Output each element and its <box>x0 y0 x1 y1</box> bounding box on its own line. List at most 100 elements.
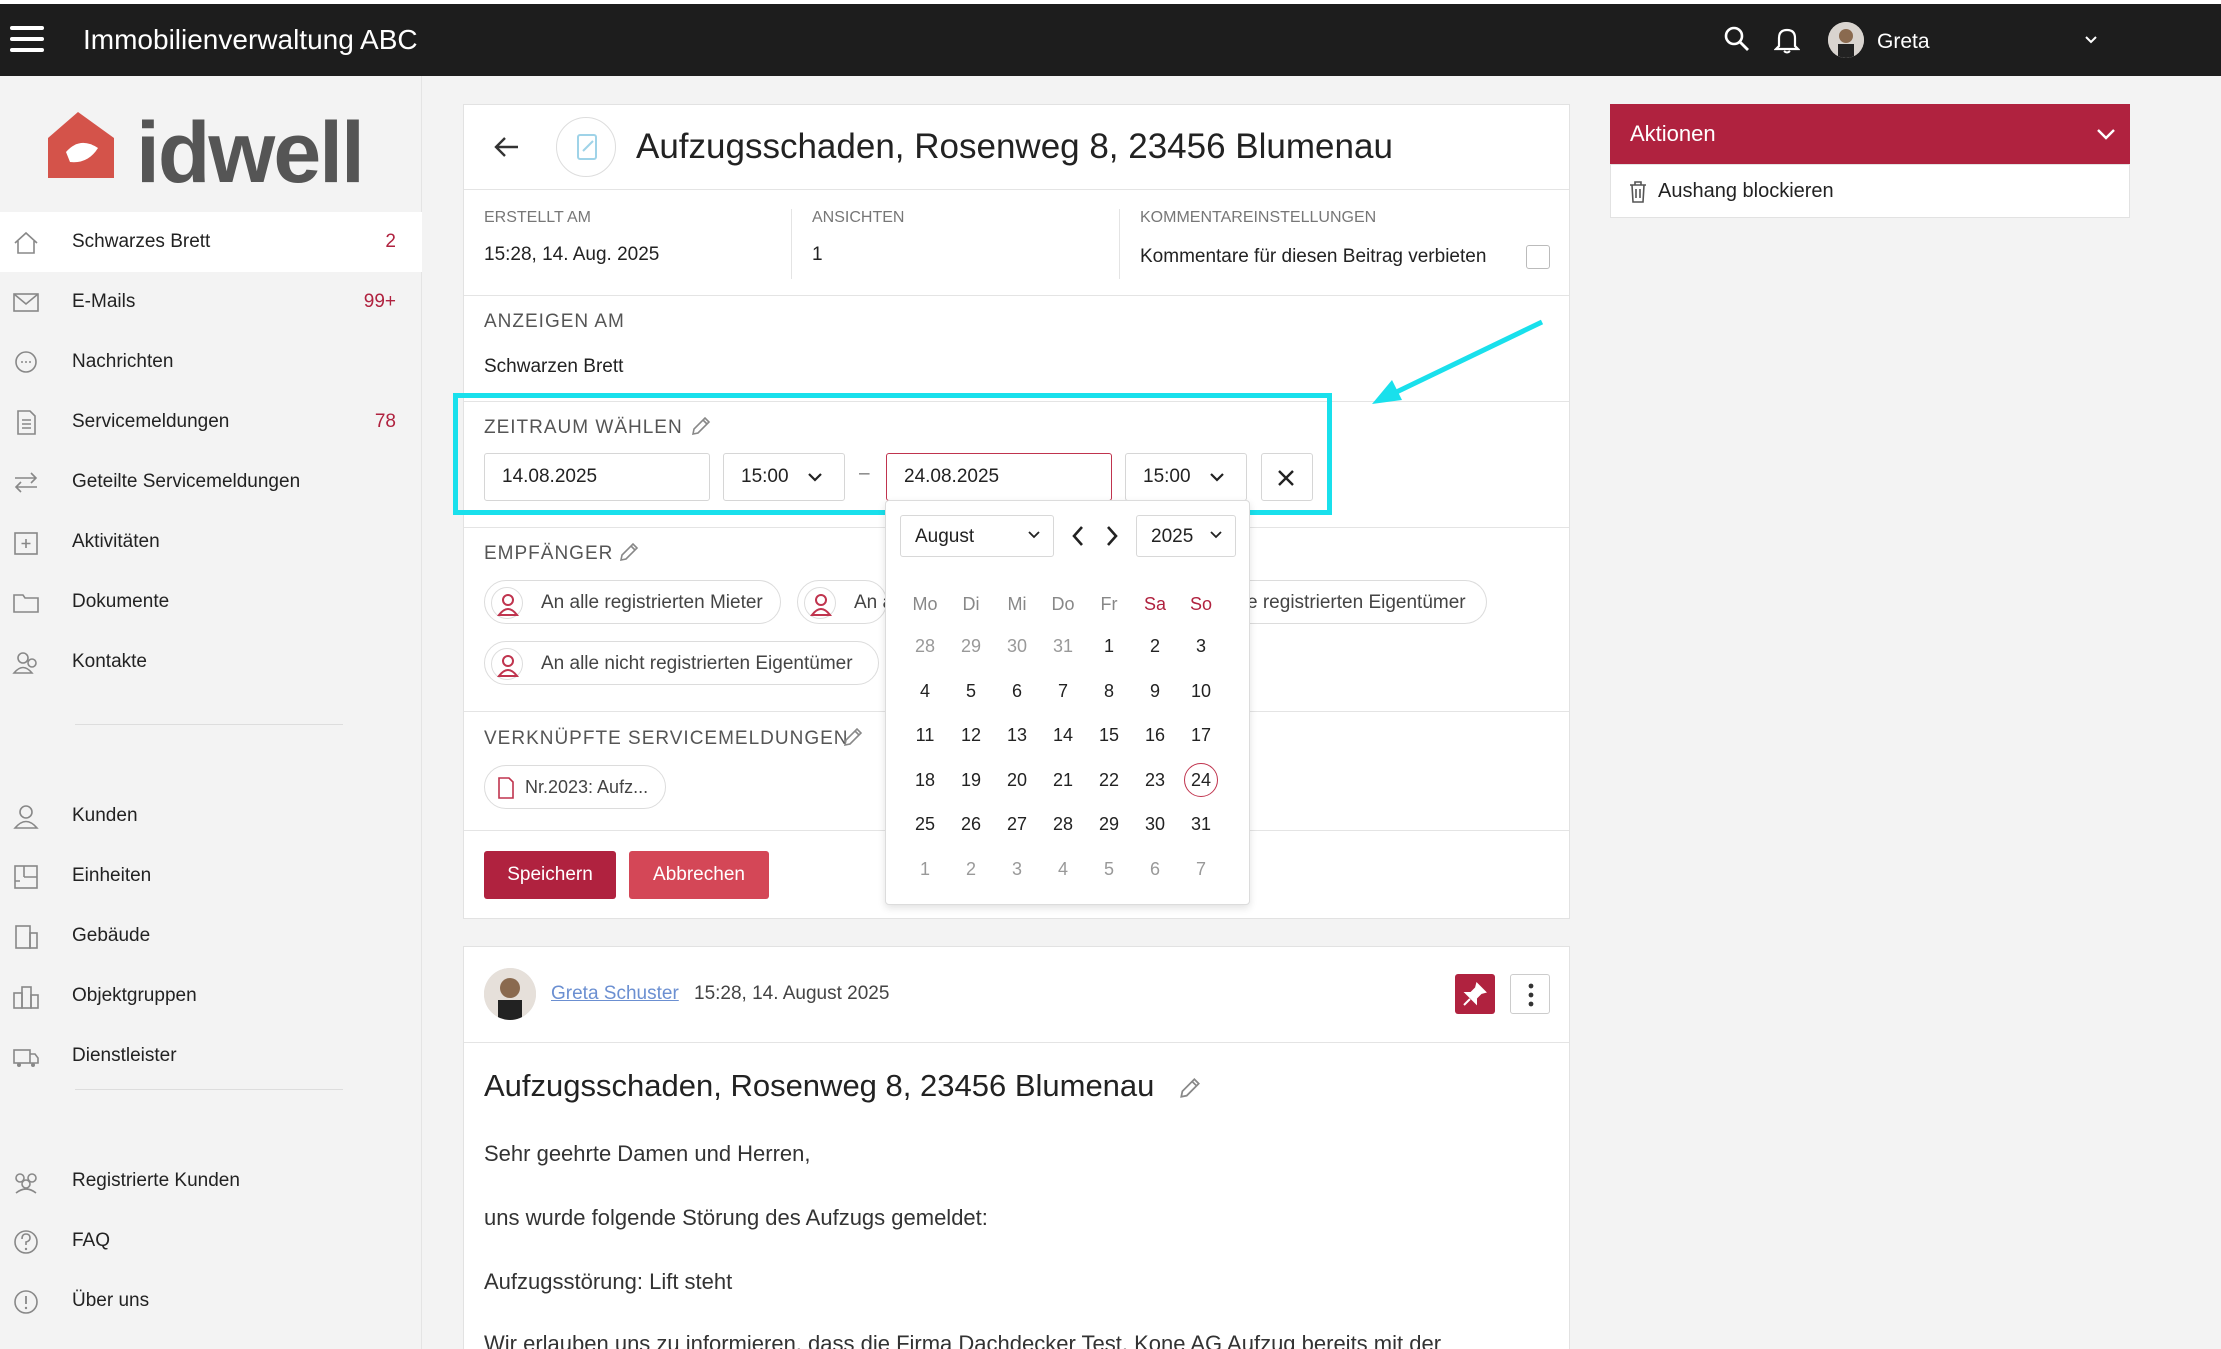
calendar-day[interactable]: 30 <box>1135 808 1175 840</box>
calendar-day[interactable]: 25 <box>905 808 945 840</box>
calendar-day[interactable]: 15 <box>1089 719 1129 751</box>
pin-button[interactable] <box>1455 974 1495 1014</box>
calendar-day[interactable]: 7 <box>1043 675 1083 707</box>
calendar-day[interactable]: 6 <box>997 675 1037 707</box>
pencil-icon[interactable] <box>618 541 640 563</box>
linked-service-chip[interactable]: Nr.2023: Aufz... <box>484 765 666 809</box>
annotation-arrow-icon <box>1372 319 1544 404</box>
author-avatar <box>484 968 536 1020</box>
save-button[interactable]: Speichern <box>484 851 616 899</box>
calendar-day[interactable]: 3 <box>997 853 1037 885</box>
sidebar-item[interactable]: Über uns <box>0 1271 422 1331</box>
calendar-day[interactable]: 2 <box>1135 630 1175 662</box>
sidebar-item[interactable]: Einheiten <box>0 846 422 906</box>
calendar-day[interactable]: 7 <box>1181 853 1221 885</box>
calendar-day[interactable]: 17 <box>1181 719 1221 751</box>
sidebar-item[interactable]: E-Mails 99+ <box>0 272 422 332</box>
sidebar-item[interactable]: Kontakte <box>0 632 422 692</box>
recipient-chip[interactable]: An a <box>797 580 893 624</box>
sidebar-item[interactable]: Servicemeldungen 78 <box>0 392 422 452</box>
calendar-day[interactable]: 28 <box>1043 808 1083 840</box>
calendar-day[interactable]: 16 <box>1135 719 1175 751</box>
weekday-header: Sa <box>1143 594 1167 614</box>
calendar-day[interactable]: 5 <box>1089 853 1129 885</box>
calendar-day[interactable]: 12 <box>951 719 991 751</box>
calendar-day[interactable]: 18 <box>905 764 945 796</box>
sidebar-item-label: Schwarzes Brett <box>72 231 211 252</box>
calendar-day[interactable]: 31 <box>1181 808 1221 840</box>
sidebar-item[interactable]: Nachrichten <box>0 332 422 392</box>
sidebar-item[interactable]: Dokumente <box>0 572 422 632</box>
calendar-day[interactable]: 30 <box>997 630 1037 662</box>
calendar-day[interactable]: 10 <box>1181 675 1221 707</box>
disable-comments-checkbox[interactable] <box>1526 245 1550 269</box>
calendar-day[interactable]: 31 <box>1043 630 1083 662</box>
calendar-day[interactable]: 13 <box>997 719 1037 751</box>
calendar-day[interactable]: 3 <box>1181 630 1221 662</box>
bell-icon[interactable] <box>1774 26 1800 54</box>
linked-label: VERKNÜPFTE SERVICEMELDUNGEN <box>484 728 849 749</box>
calendar-day[interactable]: 23 <box>1135 764 1175 796</box>
calendar-day[interactable]: 2 <box>951 853 991 885</box>
chevron-down-icon <box>1028 531 1040 539</box>
chevron-down-icon[interactable] <box>2083 32 2099 48</box>
sidebar-item[interactable]: Schwarzes Brett 2 <box>0 212 422 272</box>
calendar-day[interactable]: 19 <box>951 764 991 796</box>
action-block-posting[interactable]: Aushang blockieren <box>1610 164 2130 218</box>
search-icon[interactable] <box>1724 26 1750 52</box>
back-arrow-icon[interactable] <box>494 135 520 159</box>
calendar-day[interactable]: 5 <box>951 675 991 707</box>
recipient-chip-label: An alle nicht registrierten Eigentümer <box>541 653 853 674</box>
hamburger-menu-icon[interactable] <box>10 26 44 54</box>
sidebar-item[interactable]: Kunden <box>0 786 422 846</box>
calendar-day[interactable]: 11 <box>905 719 945 751</box>
calendar-day[interactable]: 4 <box>1043 853 1083 885</box>
calendar-day[interactable]: 27 <box>997 808 1037 840</box>
calendar-day[interactable]: 4 <box>905 675 945 707</box>
question-icon <box>12 1228 40 1254</box>
nav-divider <box>75 724 343 725</box>
user-name[interactable]: Greta <box>1877 30 1930 54</box>
calendar-day[interactable]: 8 <box>1089 675 1129 707</box>
more-options-button[interactable] <box>1510 974 1550 1014</box>
calendar-day[interactable]: 9 <box>1135 675 1175 707</box>
month-select[interactable]: August <box>900 515 1054 557</box>
calendar-day[interactable]: 29 <box>951 630 991 662</box>
calendar-day[interactable]: 6 <box>1135 853 1175 885</box>
user-avatar[interactable] <box>1828 22 1864 58</box>
recipient-chip[interactable]: alle registrierten Eigentümer <box>1224 580 1487 624</box>
calendar-day-selected[interactable]: 24 <box>1184 763 1218 797</box>
year-select[interactable]: 2025 <box>1136 515 1236 557</box>
calendar-day[interactable]: 20 <box>997 764 1037 796</box>
calendar-day[interactable]: 26 <box>951 808 991 840</box>
cancel-button[interactable]: Abbrechen <box>629 851 769 899</box>
sidebar-item[interactable]: Geteilte Servicemeldungen <box>0 452 422 512</box>
calendar-day[interactable]: 29 <box>1089 808 1129 840</box>
chevron-right-icon[interactable] <box>1104 525 1120 547</box>
calendar-day[interactable]: 14 <box>1043 719 1083 751</box>
sidebar-item[interactable]: Registrierte Kunden <box>0 1151 422 1211</box>
sidebar-item[interactable]: FAQ <box>0 1211 422 1271</box>
calendar-day[interactable]: 1 <box>905 853 945 885</box>
weekday-header: Mi <box>1007 594 1027 614</box>
weekday-header: Di <box>962 594 980 614</box>
sidebar-item[interactable]: Dienstleister <box>0 1026 422 1086</box>
author-link[interactable]: Greta Schuster <box>551 983 679 1005</box>
document-icon <box>498 777 514 799</box>
contacts-icon <box>12 649 40 675</box>
sidebar-item[interactable]: Aktivitäten <box>0 512 422 572</box>
sidebar-item[interactable]: Gebäude <box>0 906 422 966</box>
calendar-day[interactable]: 1 <box>1089 630 1129 662</box>
calendar-day[interactable]: 22 <box>1089 764 1129 796</box>
calendar-day[interactable]: 21 <box>1043 764 1083 796</box>
sidebar-item[interactable]: Objektgruppen <box>0 966 422 1026</box>
actions-panel-header[interactable]: Aktionen <box>1610 104 2130 164</box>
pencil-icon[interactable] <box>842 726 864 748</box>
sidebar: idwell Schwarzes Brett 2 E-Mails 99+ Nachric… <box>0 76 422 1349</box>
chevron-left-icon[interactable] <box>1070 525 1086 547</box>
recipient-chip[interactable]: An alle registrierten Mieter <box>484 580 781 624</box>
calendar-day[interactable]: 28 <box>905 630 945 662</box>
recipient-chip[interactable]: An alle nicht registrierten Eigentümer <box>484 641 879 685</box>
highlight-box <box>453 393 1332 515</box>
pencil-icon[interactable] <box>1178 1076 1202 1100</box>
